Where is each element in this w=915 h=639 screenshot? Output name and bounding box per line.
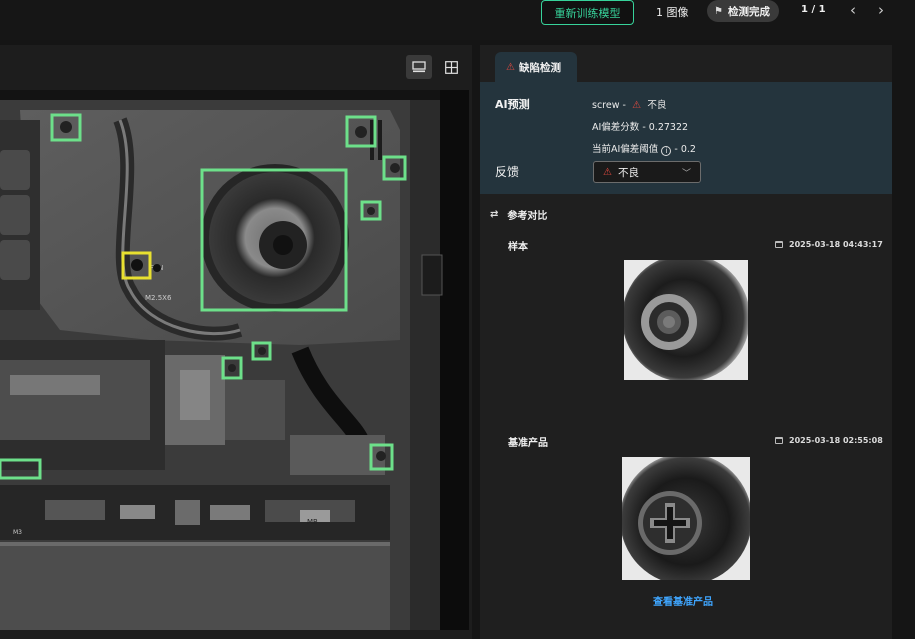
sample-screw-image xyxy=(624,260,748,380)
view-base-product-link[interactable]: 查看基准产品 xyxy=(653,593,713,608)
threshold-label: 当前AI偏差阈值 xyxy=(592,144,659,155)
sample-label: 样本 xyxy=(508,242,528,253)
prediction-result: screw - ⚠ 不良 xyxy=(592,97,666,111)
reference-title: 参考对比 xyxy=(507,211,548,222)
grid-view-icon xyxy=(444,60,458,74)
base-product-label: 基准产品 xyxy=(508,438,548,449)
flag-icon: ⚑ xyxy=(714,5,723,17)
tab-label: 缺陷检测 xyxy=(518,61,561,74)
base-screw-image xyxy=(622,457,750,580)
prev-page-button[interactable]: ‹ xyxy=(845,1,861,19)
single-view-button[interactable] xyxy=(406,55,432,79)
base-time: 2025-03-18 02:55:08 xyxy=(789,436,883,445)
mb-silkscreen-label: MB xyxy=(307,518,318,526)
image-viewer-panel: FAN M2.5X6 MB M3 xyxy=(0,45,472,639)
warning-triangle-icon: ⚠ xyxy=(628,100,645,111)
screw-size-silkscreen: M2.5X6 xyxy=(145,294,172,302)
sample-thumbnail[interactable] xyxy=(624,260,748,380)
laptop-board-image: FAN M2.5X6 MB M3 xyxy=(0,90,469,630)
ai-prediction-label: AI预测 xyxy=(495,98,530,111)
prediction-box: AI预测 screw - ⚠ 不良 AI偏差分数 - 0.27322 当前AI偏… xyxy=(480,82,892,194)
next-page-button[interactable]: › xyxy=(873,1,889,19)
sample-time: 2025-03-18 04:43:17 xyxy=(789,240,883,249)
status-label: 检测完成 xyxy=(727,5,770,18)
inspection-image-canvas[interactable]: FAN M2.5X6 MB M3 xyxy=(0,90,469,630)
calendar-icon xyxy=(775,437,783,444)
warning-triangle-icon: ⚠ xyxy=(603,166,612,178)
feedback-label: 反馈 xyxy=(495,165,520,179)
deviation-threshold: 当前AI偏差阈值 i - 0.2 xyxy=(592,141,696,156)
reference-comparison-header: ⇄ 参考对比 xyxy=(490,207,547,222)
deviation-score: AI偏差分数 - 0.27322 xyxy=(592,122,689,133)
info-circle-icon[interactable]: i xyxy=(661,146,672,156)
prediction-class: screw - xyxy=(592,100,626,111)
grid-view-button[interactable] xyxy=(438,55,464,79)
image-count: 1 图像 xyxy=(656,6,689,19)
feedback-select[interactable]: ⚠ 不良 ﹀ xyxy=(593,161,701,183)
compare-arrows-icon: ⇄ xyxy=(490,209,499,220)
warning-triangle-icon: ⚠ xyxy=(506,61,515,73)
sample-timestamp: 2025-03-18 04:43:17 xyxy=(775,240,883,249)
threshold-value: - 0.2 xyxy=(674,144,696,155)
prediction-result-text: 不良 xyxy=(647,100,667,111)
feedback-value: 不良 xyxy=(617,166,639,179)
calendar-icon xyxy=(775,241,783,248)
retrain-model-button[interactable]: 重新训练模型 xyxy=(541,0,634,25)
page-indicator: 1 / 1 xyxy=(801,4,826,15)
defect-detail-panel: ⚠ 缺陷检测 AI预测 screw - ⚠ 不良 AI偏差分数 - 0.2732… xyxy=(480,45,892,639)
m3-silkscreen-label: M3 xyxy=(13,529,22,536)
single-view-icon xyxy=(412,61,426,73)
top-toolbar: 重新训练模型 1 图像 ⚑ 检测完成 1 / 1 ‹ › xyxy=(0,0,915,40)
chevron-down-icon: ﹀ xyxy=(681,169,691,179)
app-window: 重新训练模型 1 图像 ⚑ 检测完成 1 / 1 ‹ › M2.5X6 MB M… xyxy=(0,0,915,639)
tab-defect-detection[interactable]: ⚠ 缺陷检测 xyxy=(495,52,577,82)
base-product-thumbnail[interactable] xyxy=(622,457,750,580)
base-timestamp: 2025-03-18 02:55:08 xyxy=(775,436,883,445)
detection-status-badge: ⚑ 检测完成 xyxy=(707,0,779,22)
